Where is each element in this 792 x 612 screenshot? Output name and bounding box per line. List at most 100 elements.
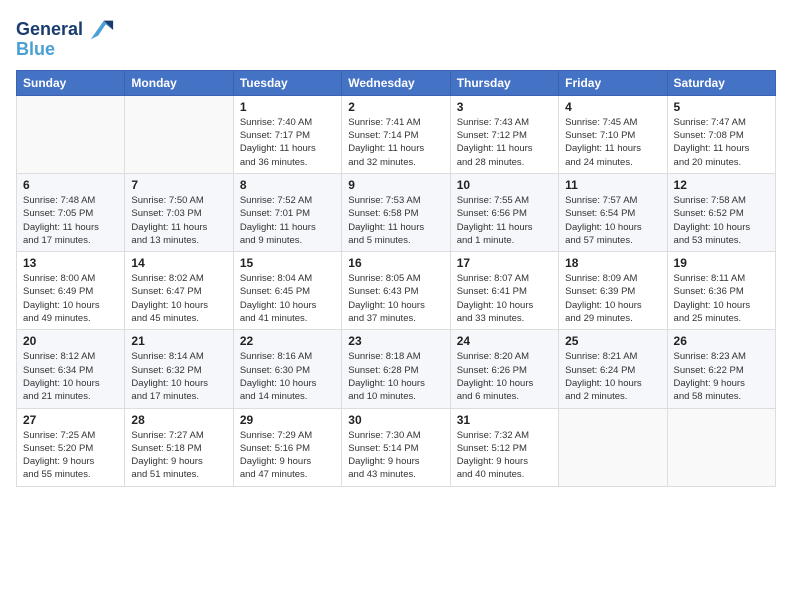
- day-number: 30: [348, 413, 443, 427]
- day-number: 29: [240, 413, 335, 427]
- calendar-cell: [17, 95, 125, 173]
- calendar-cell: 8 Sunrise: 7:52 AM Sunset: 7:01 PM Daylig…: [233, 173, 341, 251]
- calendar-cell: 9Sunrise: 7:53 AM Sunset: 6:58 PM Daylig…: [342, 173, 450, 251]
- day-number: 7: [131, 178, 226, 192]
- calendar-cell: 13 Sunrise: 8:00 AM Sunset: 6:49 PM Dayli…: [17, 252, 125, 330]
- cell-content: Sunrise: 7:43 AM Sunset: 7:12 PM Dayligh…: [457, 116, 552, 169]
- calendar-cell: 11Sunrise: 7:57 AM Sunset: 6:54 PM Dayli…: [559, 173, 667, 251]
- cell-content: Sunrise: 8:18 AM Sunset: 6:28 PM Dayligh…: [348, 350, 443, 403]
- day-number: 5: [674, 100, 769, 114]
- calendar-cell: 29 Sunrise: 7:29 AM Sunset: 5:16 PM Dayli…: [233, 408, 341, 486]
- calendar-cell: 17 Sunrise: 8:07 AM Sunset: 6:41 PM Dayli…: [450, 252, 558, 330]
- day-number: 19: [674, 256, 769, 270]
- cell-content: Sunrise: 8:00 AM Sunset: 6:49 PM Dayligh…: [23, 272, 118, 325]
- calendar-cell: 26 Sunrise: 8:23 AM Sunset: 6:22 PM Dayli…: [667, 330, 775, 408]
- calendar-cell: 6Sunrise: 7:48 AM Sunset: 7:05 PM Daylig…: [17, 173, 125, 251]
- day-number: 26: [674, 334, 769, 348]
- day-number: 13: [23, 256, 118, 270]
- cell-content: Sunrise: 8:23 AM Sunset: 6:22 PM Dayligh…: [674, 350, 769, 403]
- calendar-cell: 1Sunrise: 7:40 AM Sunset: 7:17 PM Daylig…: [233, 95, 341, 173]
- calendar-cell: [667, 408, 775, 486]
- calendar-cell: 7 Sunrise: 7:50 AM Sunset: 7:03 PM Daylig…: [125, 173, 233, 251]
- cell-content: Sunrise: 7:30 AM Sunset: 5:14 PM Dayligh…: [348, 429, 443, 482]
- day-number: 10: [457, 178, 552, 192]
- calendar-cell: 14 Sunrise: 8:02 AM Sunset: 6:47 PM Dayli…: [125, 252, 233, 330]
- cell-content: Sunrise: 7:32 AM Sunset: 5:12 PM Dayligh…: [457, 429, 552, 482]
- day-number: 17: [457, 256, 552, 270]
- calendar-cell: 2Sunrise: 7:41 AM Sunset: 7:14 PM Daylig…: [342, 95, 450, 173]
- week-row-1: 1Sunrise: 7:40 AM Sunset: 7:17 PM Daylig…: [17, 95, 776, 173]
- week-row-4: 20Sunrise: 8:12 AM Sunset: 6:34 PM Dayli…: [17, 330, 776, 408]
- cell-content: Sunrise: 7:41 AM Sunset: 7:14 PM Dayligh…: [348, 116, 443, 169]
- day-number: 4: [565, 100, 660, 114]
- day-number: 21: [131, 334, 226, 348]
- calendar-cell: 30 Sunrise: 7:30 AM Sunset: 5:14 PM Dayli…: [342, 408, 450, 486]
- day-number: 24: [457, 334, 552, 348]
- calendar-header-row: Sunday Monday Tuesday Wednesday Thursday…: [17, 70, 776, 95]
- day-number: 14: [131, 256, 226, 270]
- col-sunday: Sunday: [17, 70, 125, 95]
- col-friday: Friday: [559, 70, 667, 95]
- day-number: 28: [131, 413, 226, 427]
- cell-content: Sunrise: 8:20 AM Sunset: 6:26 PM Dayligh…: [457, 350, 552, 403]
- calendar-table: Sunday Monday Tuesday Wednesday Thursday…: [16, 70, 776, 487]
- cell-content: Sunrise: 7:25 AM Sunset: 5:20 PM Dayligh…: [23, 429, 118, 482]
- day-number: 25: [565, 334, 660, 348]
- col-saturday: Saturday: [667, 70, 775, 95]
- calendar-cell: [125, 95, 233, 173]
- cell-content: Sunrise: 7:47 AM Sunset: 7:08 PM Dayligh…: [674, 116, 769, 169]
- day-number: 8: [240, 178, 335, 192]
- calendar-cell: 22Sunrise: 8:16 AM Sunset: 6:30 PM Dayli…: [233, 330, 341, 408]
- cell-content: Sunrise: 8:14 AM Sunset: 6:32 PM Dayligh…: [131, 350, 226, 403]
- cell-content: Sunrise: 7:58 AM Sunset: 6:52 PM Dayligh…: [674, 194, 769, 247]
- week-row-2: 6Sunrise: 7:48 AM Sunset: 7:05 PM Daylig…: [17, 173, 776, 251]
- cell-content: Sunrise: 8:07 AM Sunset: 6:41 PM Dayligh…: [457, 272, 552, 325]
- logo-text: General: [16, 20, 83, 40]
- day-number: 11: [565, 178, 660, 192]
- calendar-cell: 12 Sunrise: 7:58 AM Sunset: 6:52 PM Dayli…: [667, 173, 775, 251]
- calendar-cell: 31 Sunrise: 7:32 AM Sunset: 5:12 PM Dayli…: [450, 408, 558, 486]
- logo-icon: [87, 16, 115, 44]
- week-row-3: 13 Sunrise: 8:00 AM Sunset: 6:49 PM Dayli…: [17, 252, 776, 330]
- cell-content: Sunrise: 8:02 AM Sunset: 6:47 PM Dayligh…: [131, 272, 226, 325]
- cell-content: Sunrise: 7:52 AM Sunset: 7:01 PM Dayligh…: [240, 194, 335, 247]
- col-wednesday: Wednesday: [342, 70, 450, 95]
- cell-content: Sunrise: 8:21 AM Sunset: 6:24 PM Dayligh…: [565, 350, 660, 403]
- calendar-cell: 3 Sunrise: 7:43 AM Sunset: 7:12 PM Daylig…: [450, 95, 558, 173]
- calendar-cell: 15Sunrise: 8:04 AM Sunset: 6:45 PM Dayli…: [233, 252, 341, 330]
- col-tuesday: Tuesday: [233, 70, 341, 95]
- calendar-cell: 19Sunrise: 8:11 AM Sunset: 6:36 PM Dayli…: [667, 252, 775, 330]
- week-row-5: 27Sunrise: 7:25 AM Sunset: 5:20 PM Dayli…: [17, 408, 776, 486]
- cell-content: Sunrise: 8:12 AM Sunset: 6:34 PM Dayligh…: [23, 350, 118, 403]
- day-number: 3: [457, 100, 552, 114]
- cell-content: Sunrise: 7:27 AM Sunset: 5:18 PM Dayligh…: [131, 429, 226, 482]
- cell-content: Sunrise: 8:09 AM Sunset: 6:39 PM Dayligh…: [565, 272, 660, 325]
- calendar-cell: 23Sunrise: 8:18 AM Sunset: 6:28 PM Dayli…: [342, 330, 450, 408]
- calendar-cell: 16 Sunrise: 8:05 AM Sunset: 6:43 PM Dayli…: [342, 252, 450, 330]
- calendar-cell: 28 Sunrise: 7:27 AM Sunset: 5:18 PM Dayli…: [125, 408, 233, 486]
- day-number: 16: [348, 256, 443, 270]
- page-header: General Blue: [16, 16, 776, 60]
- col-monday: Monday: [125, 70, 233, 95]
- day-number: 15: [240, 256, 335, 270]
- calendar-cell: 24 Sunrise: 8:20 AM Sunset: 6:26 PM Dayli…: [450, 330, 558, 408]
- col-thursday: Thursday: [450, 70, 558, 95]
- cell-content: Sunrise: 8:16 AM Sunset: 6:30 PM Dayligh…: [240, 350, 335, 403]
- day-number: 12: [674, 178, 769, 192]
- cell-content: Sunrise: 7:50 AM Sunset: 7:03 PM Dayligh…: [131, 194, 226, 247]
- cell-content: Sunrise: 7:29 AM Sunset: 5:16 PM Dayligh…: [240, 429, 335, 482]
- calendar-cell: 5 Sunrise: 7:47 AM Sunset: 7:08 PM Daylig…: [667, 95, 775, 173]
- day-number: 18: [565, 256, 660, 270]
- calendar-cell: 4Sunrise: 7:45 AM Sunset: 7:10 PM Daylig…: [559, 95, 667, 173]
- calendar-cell: 25 Sunrise: 8:21 AM Sunset: 6:24 PM Dayli…: [559, 330, 667, 408]
- calendar-cell: 20Sunrise: 8:12 AM Sunset: 6:34 PM Dayli…: [17, 330, 125, 408]
- calendar-cell: 21 Sunrise: 8:14 AM Sunset: 6:32 PM Dayli…: [125, 330, 233, 408]
- cell-content: Sunrise: 8:05 AM Sunset: 6:43 PM Dayligh…: [348, 272, 443, 325]
- calendar-cell: 10Sunrise: 7:55 AM Sunset: 6:56 PM Dayli…: [450, 173, 558, 251]
- calendar-cell: 18 Sunrise: 8:09 AM Sunset: 6:39 PM Dayli…: [559, 252, 667, 330]
- logo: General Blue: [16, 16, 115, 60]
- day-number: 31: [457, 413, 552, 427]
- calendar-cell: [559, 408, 667, 486]
- day-number: 6: [23, 178, 118, 192]
- cell-content: Sunrise: 7:40 AM Sunset: 7:17 PM Dayligh…: [240, 116, 335, 169]
